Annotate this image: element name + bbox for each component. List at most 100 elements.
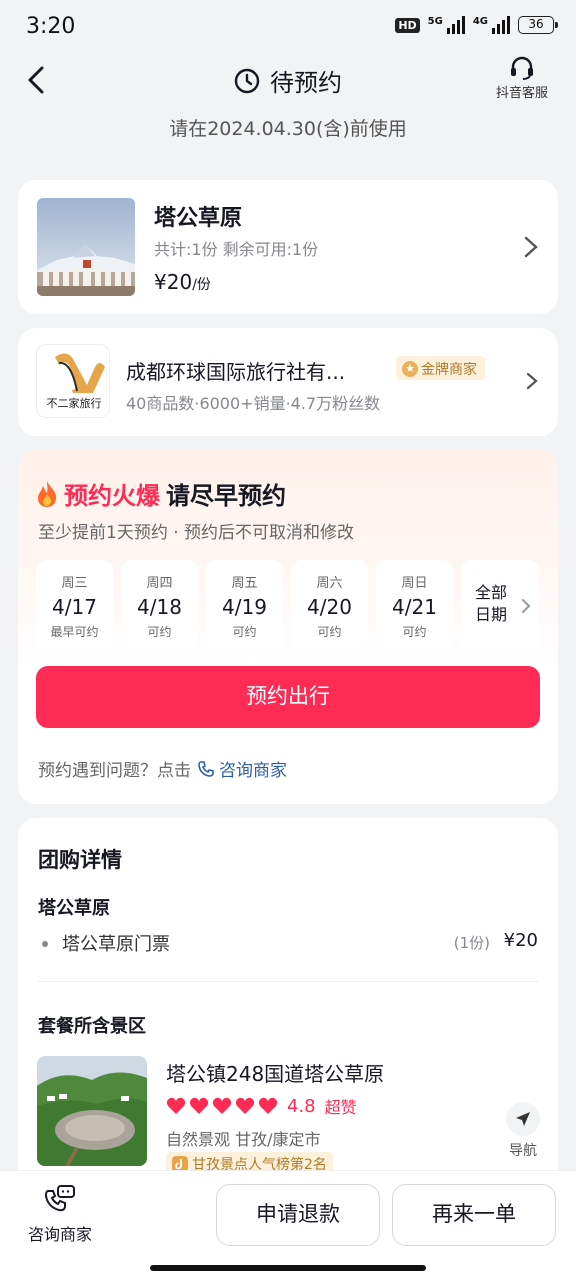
package-item: 塔公草原门票 (1份) ¥20 — [38, 930, 538, 956]
price-value: ¥20 — [154, 270, 193, 294]
date-status: 最早可约 — [50, 625, 99, 639]
contact-merchant-label: 咨询商家 — [27, 1225, 92, 1244]
date-option[interactable]: 周四 4/18 可约 — [121, 560, 198, 650]
heart-icon — [258, 1097, 278, 1114]
refund-button[interactable]: 申请退款 — [216, 1184, 380, 1246]
price-unit: /份 — [192, 277, 211, 293]
date-weekday: 周三 — [61, 576, 88, 591]
reorder-button[interactable]: 再来一单 — [392, 1184, 556, 1246]
heart-icon — [166, 1097, 186, 1114]
divider — [38, 981, 538, 982]
date-option[interactable]: 周五 4/19 可约 — [206, 560, 283, 650]
details-subtitle: 塔公草原 — [38, 898, 110, 919]
product-image — [37, 198, 135, 296]
spot-image[interactable] — [37, 1056, 147, 1166]
date-weekday: 周五 — [231, 576, 258, 591]
page-title-text: 待预约 — [270, 69, 342, 97]
date-status: 可约 — [317, 625, 342, 639]
status-time: 3:20 — [26, 14, 76, 39]
chevron-right-icon — [524, 236, 538, 258]
booking-title-rest: 请尽早预约 — [166, 482, 286, 510]
group-buy-details: 团购详情 塔公草原 塔公草原门票 (1份) ¥20 套餐所含景区 塔公镇248国… — [18, 818, 558, 1198]
date-weekday: 周四 — [146, 576, 173, 591]
date-day: 4/17 — [52, 595, 97, 619]
date-option[interactable]: 周六 4/20 可约 — [291, 560, 368, 650]
headset-icon — [511, 56, 533, 80]
navigate-label: 导航 — [509, 1143, 537, 1159]
battery-icon: 36 — [518, 16, 558, 34]
signal-icon-2 — [492, 16, 510, 34]
item-price: ¥20 — [503, 930, 538, 951]
valid-until-text: 请在2024.04.30(含)前使用 — [169, 118, 407, 140]
consult-merchant-link[interactable]: 咨询商家 — [197, 756, 287, 781]
date-day: 4/21 — [392, 595, 437, 619]
item-qty: (1份) — [453, 934, 490, 952]
product-count: 共计:1份 剩余可用:1份 — [154, 240, 319, 259]
navigation-arrow-icon — [516, 1112, 530, 1126]
consult-merchant-label: 咨询商家 — [219, 761, 287, 781]
date-status: 可约 — [232, 625, 257, 639]
booking-card: 预约火爆 请尽早预约 至少提前1天预约 · 预约后不可取消和修改 周三 4/17 最… — [18, 450, 558, 804]
product-name: 塔公草原 — [154, 206, 243, 231]
heart-icon — [189, 1097, 209, 1114]
navigate-circle — [506, 1102, 540, 1136]
signal-label-4g: 4G — [472, 16, 488, 27]
merchant-card[interactable]: 不二家旅行 成都环球国际旅行社有... ★ 金牌商家 40商品数·6000+销量·… — [18, 328, 558, 436]
date-day: 4/19 — [222, 595, 267, 619]
merchant-stats: 40商品数·6000+销量·4.7万粉丝数 — [126, 394, 381, 413]
signal-icon — [446, 16, 465, 34]
rating-text: 超赞 — [324, 1098, 357, 1117]
page-title: 待预约 — [0, 63, 576, 98]
spot-rating: 4.8 超赞 — [166, 1094, 357, 1118]
navigate-button[interactable]: 导航 — [506, 1102, 540, 1160]
date-status: 可约 — [402, 625, 427, 639]
date-day: 4/20 — [307, 595, 352, 619]
booking-hot-text: 预约火爆 — [64, 482, 160, 510]
booking-subtitle: 至少提前1天预约 · 预约后不可取消和修改 — [38, 523, 355, 543]
included-spots-title: 套餐所含景区 — [38, 1016, 146, 1037]
customer-service-button[interactable]: 抖音客服 — [492, 56, 552, 101]
status-icons: HD 5G 4G 36 — [395, 16, 558, 34]
product-card[interactable]: 塔公草原 共计:1份 剩余可用:1份 ¥20/份 — [18, 180, 558, 314]
heart-icon — [212, 1097, 232, 1114]
chat-phone-icon — [44, 1185, 75, 1212]
help-row: 预约遇到问题？点击 咨询商家 — [38, 756, 287, 781]
hd-icon: HD — [395, 17, 420, 33]
item-name: 塔公草原门票 — [62, 934, 170, 955]
home-indicator[interactable] — [150, 1265, 426, 1271]
date-weekday: 周日 — [401, 576, 428, 591]
reserve-button[interactable]: 预约出行 — [36, 666, 540, 728]
bottom-action-bar: 咨询商家 申请退款 再来一单 — [0, 1170, 576, 1280]
date-day: 4/18 — [137, 595, 182, 619]
date-selector: 周三 4/17 最早可约 周四 4/18 可约 周五 4/19 可约 周六 4/20 可约 周日… — [36, 560, 539, 650]
date-option[interactable]: 周三 4/17 最早可约 — [36, 560, 113, 650]
header: 待预约 抖音客服 — [0, 56, 576, 106]
badge-label: 金牌商家 — [421, 362, 477, 378]
heart-icon — [235, 1097, 255, 1114]
status-bar: 3:20 HD 5G 4G 36 — [0, 0, 576, 56]
clock-icon — [234, 68, 260, 93]
fire-icon — [38, 480, 57, 507]
phone-icon — [198, 760, 214, 777]
spot-name[interactable]: 塔公镇248国道塔公草原 — [166, 1058, 384, 1087]
star-icon: ★ — [402, 361, 418, 377]
contact-merchant-button[interactable]: 咨询商家 — [22, 1185, 98, 1245]
rating-score: 4.8 — [287, 1095, 316, 1117]
date-option[interactable]: 周日 4/21 可约 — [376, 560, 453, 650]
signal-label-5g: 5G — [427, 16, 443, 27]
chevron-right-icon — [522, 599, 531, 613]
date-weekday: 周六 — [316, 576, 343, 591]
merchant-name: 成都环球国际旅行社有... — [126, 360, 346, 384]
bullet — [42, 941, 48, 947]
all-dates-button[interactable]: 全部 日期 — [461, 560, 539, 650]
customer-service-label: 抖音客服 — [495, 86, 548, 101]
spot-tags: 自然景观 甘孜/康定市 — [166, 1130, 321, 1149]
merchant-logo: 不二家旅行 — [36, 344, 110, 418]
product-price: ¥20/份 — [154, 270, 211, 294]
date-status: 可约 — [147, 625, 172, 639]
gold-merchant-badge: ★ 金牌商家 — [396, 356, 485, 380]
merchant-logo-text: 不二家旅行 — [47, 396, 102, 410]
booking-title: 预约火爆 请尽早预约 — [36, 476, 286, 511]
chevron-right-icon — [526, 372, 538, 390]
details-title: 团购详情 — [38, 848, 122, 872]
